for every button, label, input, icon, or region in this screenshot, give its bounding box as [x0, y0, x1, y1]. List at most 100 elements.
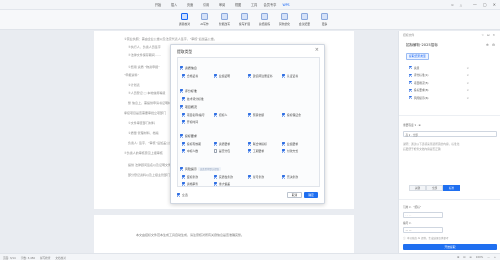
checkbox-icon[interactable] [248, 175, 252, 179]
checkbox-icon[interactable] [282, 74, 286, 78]
option-checkbox[interactable]: 废标条款 [182, 175, 198, 179]
select-all-option[interactable]: 全选 [177, 193, 188, 197]
checkbox-icon[interactable] [409, 96, 413, 100]
option-group-header[interactable]: 项目概况 [180, 105, 197, 109]
menu-tab[interactable]: 工具 [246, 2, 262, 8]
ribbon-tool-button[interactable]: 总结提炼 [256, 12, 273, 28]
option-checkbox[interactable]: 预算金额 [248, 113, 264, 117]
status-control[interactable]: 100% [476, 256, 483, 259]
option-checkbox[interactable]: 资质要求 [214, 142, 230, 146]
status-item[interactable]: 文档校对 [55, 256, 65, 260]
option-checkbox[interactable]: 否决条款 [282, 175, 298, 179]
option-checkbox[interactable]: 合格证书 [182, 74, 198, 78]
remove-icon[interactable]: × [466, 81, 469, 85]
option-group-header[interactable]: 投标要求 [180, 134, 197, 138]
checkbox-icon[interactable] [409, 81, 413, 85]
option-checkbox[interactable]: 招标人 [214, 113, 227, 117]
checkbox-icon[interactable] [214, 175, 218, 179]
result-type-item[interactable]: 风险提示(6) × [409, 94, 469, 102]
ribbon-tool-button[interactable]: 通篇校对 [176, 12, 193, 28]
close-icon[interactable]: × [315, 48, 319, 53]
result-type-tag[interactable]: 提取结果类型 [406, 53, 429, 60]
status-control[interactable]: + [494, 256, 496, 259]
checkbox-icon[interactable] [248, 142, 252, 146]
checkbox-icon[interactable] [248, 113, 252, 117]
checkbox-icon[interactable] [409, 88, 413, 92]
checkbox-icon[interactable] [248, 149, 252, 153]
result-type-item[interactable]: 投标要求(8) × [409, 87, 469, 95]
checkbox-icon[interactable] [182, 149, 186, 153]
remove-icon[interactable]: × [466, 66, 469, 70]
option-checkbox[interactable]: 是否分包 [214, 149, 230, 153]
number-input[interactable]: — — [403, 227, 443, 233]
option-checkbox[interactable]: 投标保证金 [282, 113, 301, 117]
checkbox-icon[interactable] [409, 66, 413, 70]
close-icon[interactable]: ✕ [493, 2, 496, 8]
checkbox-icon[interactable] [282, 113, 286, 117]
panel-title-icons[interactable]: ⊕ ⚙ [486, 43, 496, 47]
option-checkbox[interactable]: 星号条款 [248, 175, 264, 179]
ribbon-tool-button[interactable]: 续写扩展 [236, 12, 253, 28]
remove-icon[interactable]: × [466, 96, 469, 100]
checkbox-icon[interactable] [182, 175, 186, 179]
option-checkbox[interactable]: 开标时间 [182, 120, 198, 124]
checkbox-icon[interactable] [180, 105, 184, 109]
checkbox-icon[interactable] [282, 175, 286, 179]
checkbox-icon[interactable] [182, 74, 186, 78]
checkbox-icon[interactable] [409, 73, 413, 77]
checkbox-icon[interactable] [214, 142, 218, 146]
checkbox-icon[interactable] [180, 66, 184, 70]
option-checkbox[interactable]: 建造师注册证书 [248, 74, 272, 78]
option-checkbox[interactable]: 付款方式 [282, 149, 298, 153]
result-type-item[interactable]: 资质 × [409, 64, 469, 72]
share-icon[interactable]: △ [460, 2, 462, 8]
checkbox-icon[interactable] [214, 113, 218, 117]
status-item[interactable]: 页面: 3/14 [3, 256, 16, 260]
option-checkbox[interactable]: 业绩要求 [282, 142, 298, 146]
option-checkbox[interactable]: 投标有效期 [182, 142, 201, 146]
option-group-header[interactable]: 资质信息 [180, 66, 197, 70]
option-checkbox[interactable]: 联合体投标 [248, 142, 267, 146]
checkbox-icon[interactable] [180, 134, 184, 138]
ribbon-tool-button[interactable]: 会议纪要 [296, 12, 313, 28]
cancel-button[interactable]: 取消 [287, 192, 302, 198]
segment-option[interactable]: 关键 [409, 185, 426, 191]
checkbox-icon[interactable] [248, 74, 252, 78]
option-group-header[interactable]: 评分标准 [180, 89, 197, 93]
reference-input[interactable]: · · · · [403, 212, 443, 218]
importance-select[interactable]: 高 ▾ · 全部 [403, 131, 497, 137]
status-item[interactable]: 拼写检查 [40, 256, 50, 260]
minimize-icon[interactable]: — [473, 2, 477, 8]
option-checkbox[interactable]: 项目名称/编号 [182, 113, 205, 117]
ribbon-tool-button[interactable]: 更多 [316, 12, 333, 28]
segment-option[interactable]: 全部 [426, 185, 443, 191]
option-checkbox[interactable]: 中标人数 [182, 149, 198, 153]
status-control[interactable]: ⊟ [463, 256, 465, 259]
remove-icon[interactable]: × [466, 88, 469, 92]
option-checkbox[interactable]: 工期要求 [248, 149, 264, 153]
option-checkbox[interactable]: 业绩证明 [214, 74, 230, 78]
option-checkbox[interactable]: 技术评分标准 [182, 97, 204, 101]
checkbox-icon[interactable] [282, 142, 286, 146]
menu-tab[interactable]: WPS [278, 2, 294, 8]
option-checkbox[interactable]: 认证证书 [282, 74, 298, 78]
menu-tab[interactable]: 插入 [166, 2, 182, 8]
status-control[interactable]: ⊞ [457, 256, 459, 259]
checkbox-icon[interactable] [214, 74, 218, 78]
result-type-item[interactable]: 评分标准(1) × [409, 72, 469, 80]
menu-tab[interactable]: 页面 [182, 2, 198, 8]
remove-icon[interactable]: × [466, 73, 469, 77]
menu-tab[interactable]: 开始 [150, 2, 166, 8]
option-checkbox[interactable]: 重大偏差 [214, 182, 230, 186]
ribbon-tool-button[interactable]: 智能改写 [216, 12, 233, 28]
checkbox-icon[interactable] [182, 142, 186, 146]
segment-option[interactable]: 标准 [443, 185, 460, 191]
status-item[interactable]: 字数: 3,456 [21, 256, 35, 260]
checkbox-icon[interactable] [182, 97, 186, 101]
menu-tab[interactable]: 引用 [198, 2, 214, 8]
settings-icon[interactable]: ⊙ [451, 2, 454, 8]
option-checkbox[interactable]: 资格审查 [182, 182, 198, 186]
checkbox-icon[interactable] [214, 182, 218, 186]
checkbox-icon[interactable] [180, 89, 184, 93]
checkbox-icon[interactable] [182, 182, 186, 186]
